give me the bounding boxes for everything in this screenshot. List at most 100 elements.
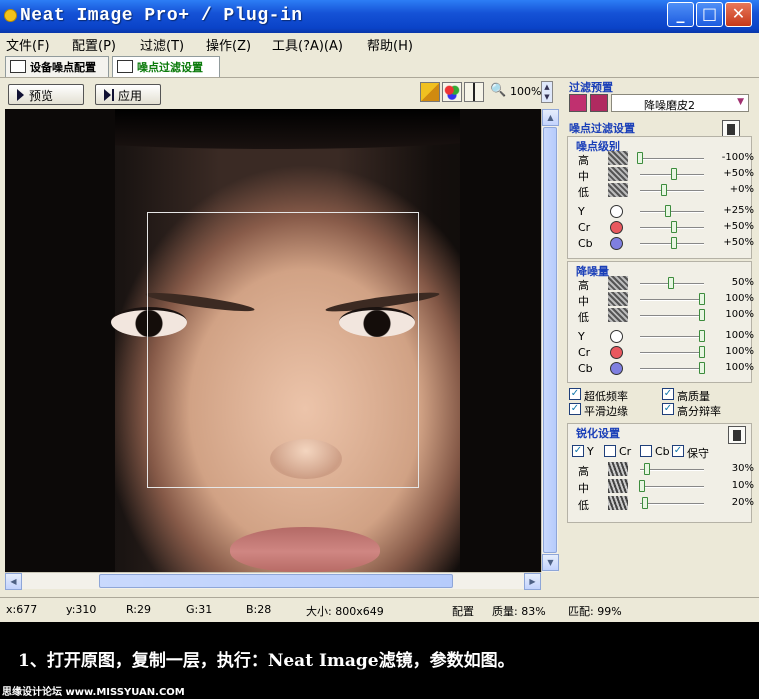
vertical-scrollbar[interactable]: ▲ ▼ — [541, 109, 559, 572]
slider-handle[interactable] — [642, 497, 648, 509]
slider-label: 高 — [578, 279, 589, 292]
option-ultra-low-frequency[interactable]: ✓ 超低频率 — [569, 388, 628, 404]
preset-select[interactable]: 降噪磨皮2 ▼ — [611, 94, 749, 112]
trash-icon[interactable] — [728, 426, 746, 444]
preview-button[interactable]: 预览 — [8, 84, 84, 105]
slider-value: 100% — [725, 293, 754, 304]
color-channels-icon[interactable] — [442, 82, 462, 102]
menu-action[interactable]: 操作(Z) — [206, 35, 251, 54]
slider-row[interactable]: Y 100% — [568, 329, 754, 345]
filter-icon — [117, 60, 133, 73]
maximize-button[interactable]: □ — [696, 2, 723, 27]
slider-value: 100% — [725, 346, 754, 357]
slider-handle[interactable] — [671, 168, 677, 180]
slider-value: 100% — [725, 309, 754, 320]
slider-track[interactable] — [640, 315, 704, 317]
tab-label: 噪点过滤设置 — [137, 61, 203, 74]
play-icon — [104, 89, 111, 101]
slider-row[interactable]: Cb +50% — [568, 236, 754, 252]
apply-button[interactable]: 应用 — [95, 84, 161, 105]
slider-track[interactable] — [640, 336, 704, 338]
apply-label: 应用 — [118, 89, 143, 103]
slider-handle[interactable] — [699, 362, 705, 374]
horizontal-scroll-thumb[interactable] — [99, 574, 453, 588]
slider-handle[interactable] — [661, 184, 667, 196]
slider-track[interactable] — [640, 486, 704, 488]
scroll-right-arrow[interactable]: ▶ — [524, 573, 541, 590]
close-button[interactable]: ✕ — [725, 2, 752, 27]
image-preview[interactable] — [5, 109, 541, 572]
scroll-left-arrow[interactable]: ◀ — [5, 573, 22, 590]
tab-noise-filter[interactable]: 噪点过滤设置 — [112, 56, 220, 77]
slider-row[interactable]: 低 100% — [568, 308, 754, 324]
menu-tools[interactable]: 工具(?A)(A) — [272, 35, 343, 54]
vertical-scroll-thumb[interactable] — [543, 127, 557, 553]
slider-track[interactable] — [640, 368, 704, 370]
option-high-resolution[interactable]: ✓ 高分辩率 — [662, 403, 721, 419]
slider-row[interactable]: 中 10% — [568, 479, 754, 495]
slider-handle[interactable] — [699, 330, 705, 342]
minimize-button[interactable]: _ — [667, 2, 694, 27]
option-high-quality[interactable]: ✓ 高质量 — [662, 388, 710, 404]
slider-handle[interactable] — [665, 205, 671, 217]
slider-handle[interactable] — [644, 463, 650, 475]
texture-icon — [608, 183, 628, 197]
channel-label: Cb — [655, 445, 670, 458]
status-bar: x:677 y:310 R:29 G:31 B:28 大小: 800x649 配… — [0, 597, 759, 622]
slider-row[interactable]: Cb 100% — [568, 361, 754, 377]
menu-help[interactable]: 帮助(H) — [367, 35, 413, 54]
horizontal-scrollbar[interactable]: ◀ ▶ — [5, 572, 541, 590]
slider-track[interactable] — [640, 158, 704, 160]
slider-track[interactable] — [640, 190, 704, 192]
slider-row[interactable]: Y +25% — [568, 204, 754, 220]
checkbox-icon — [604, 445, 616, 457]
slider-track[interactable] — [640, 352, 704, 354]
tab-device-profile[interactable]: 设备噪点配置 — [5, 56, 109, 77]
noise-filter-title: 噪点过滤设置 — [569, 122, 635, 135]
texture-icon — [608, 276, 628, 290]
scroll-down-arrow[interactable]: ▼ — [542, 554, 559, 571]
sharpen-channel-cb[interactable]: Cb — [640, 445, 670, 458]
zoom-spinner[interactable]: ▲ ▼ — [541, 81, 553, 103]
layers-icon[interactable] — [420, 82, 440, 102]
slider-handle[interactable] — [639, 480, 645, 492]
load-preset-icon[interactable] — [569, 94, 587, 112]
slider-row[interactable]: 低 +0% — [568, 183, 754, 199]
slider-row[interactable]: Cr 100% — [568, 345, 754, 361]
menu-filter[interactable]: 过滤(T) — [140, 35, 184, 54]
status-quality: 质量: 83% — [492, 605, 546, 618]
slider-track[interactable] — [640, 503, 704, 505]
zoom-icon[interactable]: 🔍 — [490, 83, 506, 98]
sharpen-channel-y[interactable]: ✓ Y — [572, 445, 594, 458]
slider-handle[interactable] — [699, 309, 705, 321]
slider-handle[interactable] — [637, 152, 643, 164]
slider-row[interactable]: 高 30% — [568, 462, 754, 478]
slider-handle[interactable] — [671, 221, 677, 233]
option-smooth-edges[interactable]: ✓ 平滑边缘 — [569, 403, 628, 419]
slider-handle[interactable] — [699, 346, 705, 358]
menu-bar: 文件(F) 配置(P) 过滤(T) 操作(Z) 工具(?A)(A) 帮助(H) — [0, 33, 759, 54]
save-preset-icon[interactable] — [590, 94, 608, 112]
scroll-up-arrow[interactable]: ▲ — [542, 109, 559, 126]
slider-track[interactable] — [640, 211, 704, 213]
slider-row[interactable]: 中 +50% — [568, 167, 754, 183]
slider-row[interactable]: 低 20% — [568, 496, 754, 512]
noise-sample-area[interactable] — [147, 212, 419, 488]
slider-handle[interactable] — [671, 237, 677, 249]
tutorial-caption: 1、打开原图，复制一层，执行：Neat Image滤镜，参数如图。 — [18, 651, 515, 671]
slider-track[interactable] — [640, 299, 704, 301]
slider-row[interactable]: Cr +50% — [568, 220, 754, 236]
slider-handle[interactable] — [668, 277, 674, 289]
menu-file[interactable]: 文件(F) — [6, 35, 50, 54]
slider-row[interactable]: 高 50% — [568, 276, 754, 292]
option-label: 平滑边缘 — [584, 405, 628, 418]
brightness-icon[interactable] — [464, 82, 484, 102]
slider-row[interactable]: 中 100% — [568, 292, 754, 308]
sharpen-conservative[interactable]: ✓ 保守 — [672, 445, 709, 461]
status-y: y:310 — [66, 603, 97, 616]
menu-profile[interactable]: 配置(P) — [72, 35, 116, 54]
slider-row[interactable]: 高 -100% — [568, 151, 754, 167]
slider-handle[interactable] — [699, 293, 705, 305]
preset-value: 降噪磨皮2 — [644, 99, 695, 112]
sharpen-channel-cr[interactable]: Cr — [604, 445, 631, 458]
